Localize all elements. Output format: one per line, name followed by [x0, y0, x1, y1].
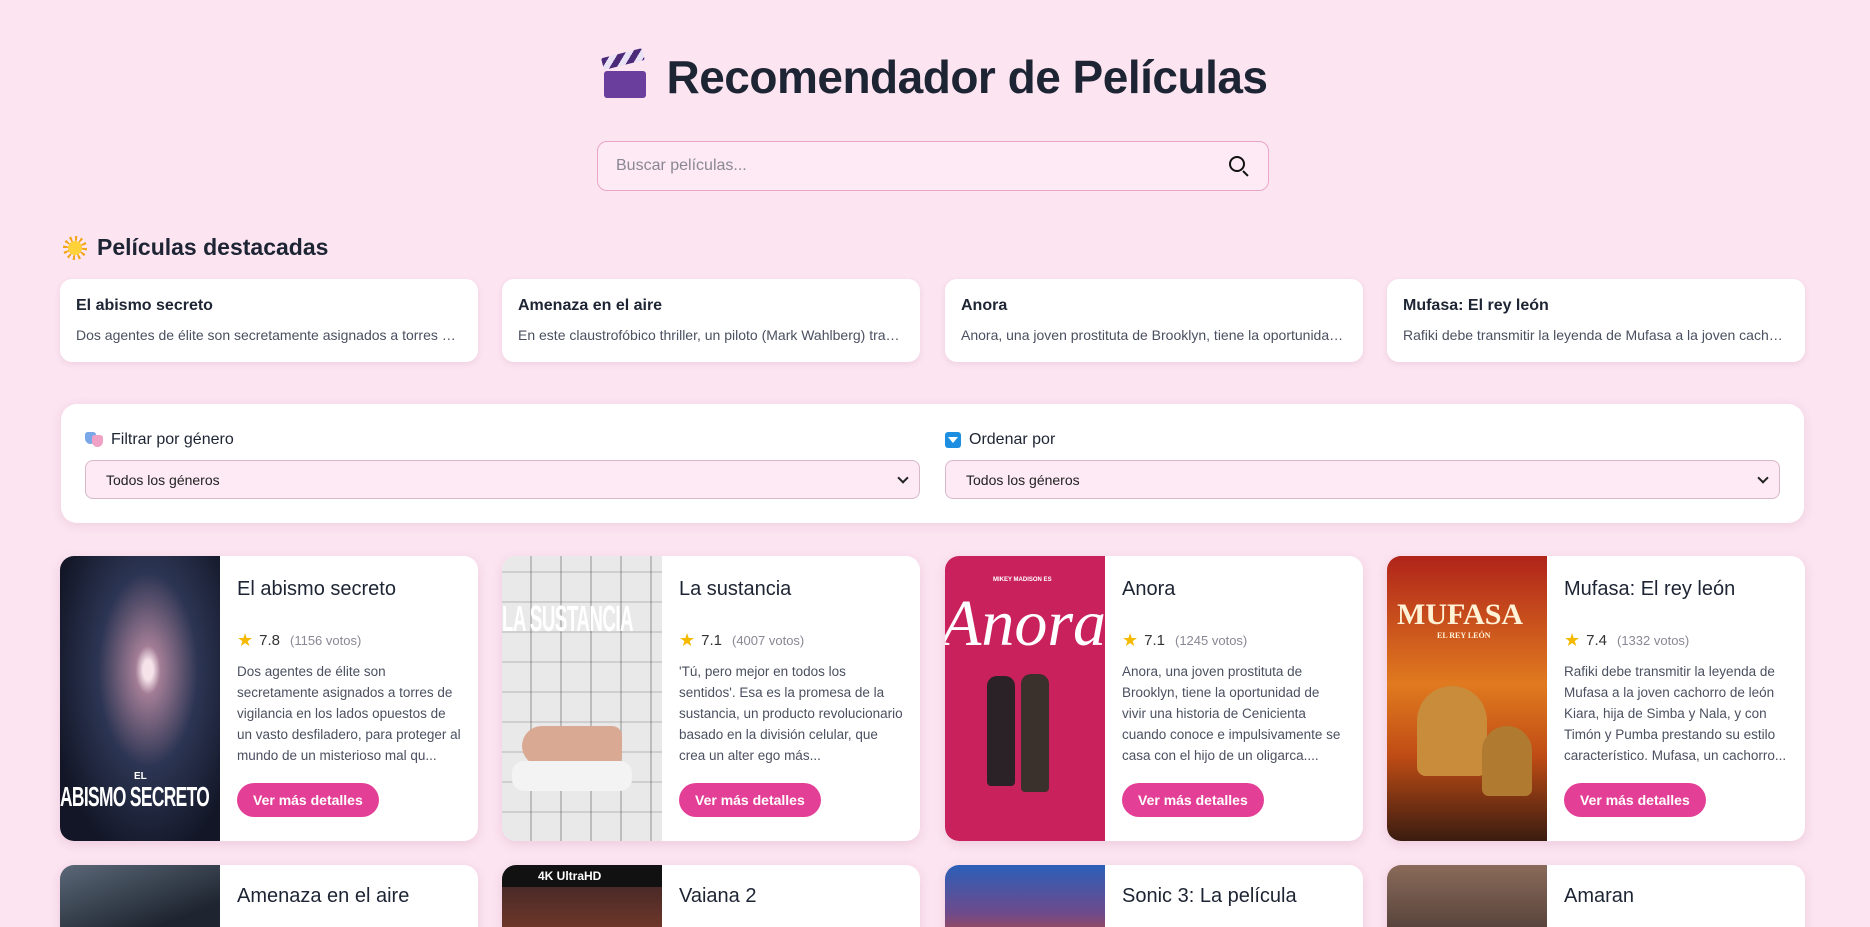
- movie-title: Anora: [1122, 578, 1176, 600]
- featured-card-title: El abismo secreto: [76, 297, 213, 314]
- genre-filter-label: Filtrar por género: [85, 430, 920, 450]
- sun-icon: [63, 235, 87, 260]
- star-icon: ★: [1564, 630, 1581, 650]
- movie-title: Sonic 3: La película: [1122, 885, 1297, 907]
- details-button[interactable]: Ver más detalles: [1122, 783, 1264, 817]
- movie-poster[interactable]: MIKEY MADISON ES Anora: [945, 556, 1105, 841]
- sort-select[interactable]: Todos los géneros: [945, 460, 1780, 499]
- search-input[interactable]: [616, 157, 1228, 175]
- movie-card[interactable]: Amenaza en el aire: [60, 865, 478, 927]
- movie-rating: ★ 7.1 (4007 votos): [679, 630, 805, 650]
- details-button[interactable]: Ver más detalles: [237, 783, 379, 817]
- featured-card[interactable]: Anora Anora, una joven prostituta de Bro…: [945, 279, 1363, 362]
- sort-select-value: Todos los géneros: [966, 471, 1080, 488]
- movie-poster[interactable]: [1387, 865, 1547, 927]
- star-icon: ★: [679, 630, 696, 650]
- search-icon[interactable]: [1228, 155, 1250, 177]
- theater-masks-icon: [85, 432, 103, 448]
- featured-card-desc: Dos agentes de élite son secretamente as…: [76, 327, 462, 343]
- movie-card[interactable]: 4K UltraHD Vaiana 2: [502, 865, 920, 927]
- genre-filter-group: Filtrar por género Todos los géneros: [85, 430, 920, 499]
- details-button[interactable]: Ver más detalles: [1564, 783, 1706, 817]
- featured-card[interactable]: El abismo secreto Dos agentes de élite s…: [60, 279, 478, 362]
- page-header: Recomendador de Películas: [0, 48, 1870, 104]
- star-icon: ★: [1122, 630, 1139, 650]
- movie-title: El abismo secreto: [237, 578, 396, 600]
- movie-rating: ★ 7.1 (1245 votos): [1122, 630, 1248, 650]
- details-button[interactable]: Ver más detalles: [679, 783, 821, 817]
- chevron-down-icon: [1757, 471, 1769, 484]
- movie-card[interactable]: EL ABISMO SECRETO El abismo secreto ★ 7.…: [60, 556, 478, 841]
- movie-overview: Rafiki debe transmitir la leyenda de Muf…: [1564, 664, 1787, 763]
- movie-overview: Dos agentes de élite son secretamente as…: [237, 664, 461, 763]
- movie-overview: 'Tú, pero mejor en todos los sentidos'. …: [679, 664, 903, 763]
- featured-card-title: Mufasa: El rey león: [1403, 297, 1549, 314]
- sort-filter-group: Ordenar por Todos los géneros: [945, 430, 1780, 499]
- movie-poster[interactable]: EL ABISMO SECRETO: [60, 556, 220, 841]
- movie-card[interactable]: LA SUSTANCIA La sustancia ★ 7.1 (4007 vo…: [502, 556, 920, 841]
- movie-card[interactable]: Amaran: [1387, 865, 1805, 927]
- chevron-down-icon: [897, 471, 909, 484]
- movie-rating: ★ 7.8 (1156 votos): [237, 630, 362, 650]
- movie-poster[interactable]: MUFASA EL REY LEÓN: [1387, 556, 1547, 841]
- page-title: Recomendador de Películas: [666, 51, 1268, 103]
- featured-heading: Películas destacadas: [97, 234, 329, 260]
- search-bar[interactable]: [597, 141, 1269, 191]
- featured-card-desc: Anora, una joven prostituta de Brooklyn,…: [961, 327, 1347, 343]
- movie-title: Vaiana 2: [679, 885, 757, 907]
- featured-card-title: Amenaza en el aire: [518, 297, 663, 314]
- filters-panel: Filtrar por género Todos los géneros Ord…: [61, 404, 1804, 523]
- movie-poster[interactable]: LA SUSTANCIA: [502, 556, 662, 841]
- star-icon: ★: [237, 630, 254, 650]
- featured-card[interactable]: Mufasa: El rey león Rafiki debe transmit…: [1387, 279, 1805, 362]
- movie-card[interactable]: MUFASA EL REY LEÓN Mufasa: El rey león ★…: [1387, 556, 1805, 841]
- movie-poster[interactable]: [945, 865, 1105, 927]
- movie-overview: Anora, una joven prostituta de Brooklyn,…: [1122, 664, 1341, 763]
- movie-card[interactable]: Sonic 3: La película: [945, 865, 1363, 927]
- movie-rating: ★ 7.4 (1332 votos): [1564, 630, 1690, 650]
- movie-title: La sustancia: [679, 578, 792, 600]
- featured-card-title: Anora: [961, 297, 1008, 314]
- genre-select-value: Todos los géneros: [106, 471, 220, 488]
- movie-title: Amaran: [1564, 885, 1635, 907]
- movie-poster[interactable]: 4K UltraHD: [502, 865, 662, 927]
- featured-card-desc: Rafiki debe transmitir la leyenda de Muf…: [1403, 327, 1789, 343]
- genre-select[interactable]: Todos los géneros: [85, 460, 920, 499]
- featured-card-desc: En este claustrofóbico thriller, un pilo…: [518, 327, 904, 343]
- movie-title: Mufasa: El rey león: [1564, 578, 1736, 600]
- sort-down-icon: [945, 432, 961, 448]
- sort-filter-label: Ordenar por: [945, 430, 1780, 450]
- movie-card[interactable]: MIKEY MADISON ES Anora Anora ★ 7.1 (1245…: [945, 556, 1363, 841]
- featured-section-title: Películas destacadas: [63, 234, 328, 261]
- movie-poster[interactable]: [60, 865, 220, 927]
- clapperboard-icon: [601, 48, 648, 100]
- featured-card[interactable]: Amenaza en el aire En este claustrofóbic…: [502, 279, 920, 362]
- movie-title: Amenaza en el aire: [237, 885, 410, 907]
